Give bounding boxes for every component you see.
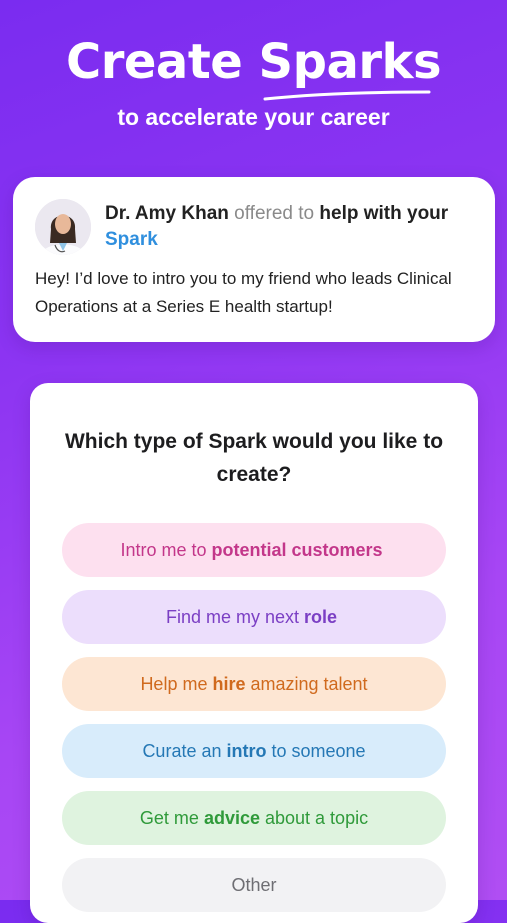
title-underline-decoration <box>263 90 431 101</box>
offer-headline: Dr. Amy Khan offered to help with your S… <box>105 201 475 253</box>
option-hire-talent-button[interactable]: Help me hire amazing talent <box>62 657 446 711</box>
option-potential-customers-button[interactable]: Intro me to potential customers <box>62 523 446 577</box>
avatar <box>35 199 91 255</box>
option-text: Intro me to <box>120 539 207 560</box>
option-advice-button[interactable]: Get me advice about a topic <box>62 791 446 845</box>
option-text: Find me my next <box>165 606 300 627</box>
option-text: to someone <box>271 740 366 761</box>
page-subtitle: to accelerate your career <box>117 104 390 130</box>
offer-spark-link[interactable]: Spark <box>105 229 158 250</box>
option-next-role-button[interactable]: Find me my next role <box>62 590 446 644</box>
option-text: about a topic <box>265 807 369 828</box>
offer-message: Hey! I’d love to intro you to my friend … <box>35 269 452 316</box>
offer-card[interactable]: Dr. Amy Khan offered to help with your S… <box>13 177 495 342</box>
option-text: Other <box>231 874 277 895</box>
option-text: Get me <box>139 807 199 828</box>
option-other-button[interactable]: Other <box>62 858 446 912</box>
option-text: Help me <box>140 673 208 694</box>
spark-type-picker: Which type of Spark would you like to cr… <box>30 383 478 923</box>
option-keyword: advice <box>203 807 260 828</box>
page-title: Create Sparks <box>65 34 442 90</box>
option-keyword: role <box>304 606 338 627</box>
picker-question: Which type of Spark would you like to cr… <box>64 430 444 486</box>
doctor-avatar-icon <box>35 199 91 255</box>
offer-name: Dr. Amy Khan <box>105 203 229 224</box>
option-curate-intro-button[interactable]: Curate an intro to someone <box>62 724 446 778</box>
option-keyword: hire <box>212 673 246 694</box>
option-text: Curate an <box>142 740 222 761</box>
option-keyword: intro <box>226 740 267 761</box>
option-keyword: potential customers <box>211 539 383 560</box>
offer-verb: offered to <box>234 203 315 224</box>
offer-action: help with your <box>319 203 449 224</box>
option-text: amazing talent <box>250 673 368 694</box>
